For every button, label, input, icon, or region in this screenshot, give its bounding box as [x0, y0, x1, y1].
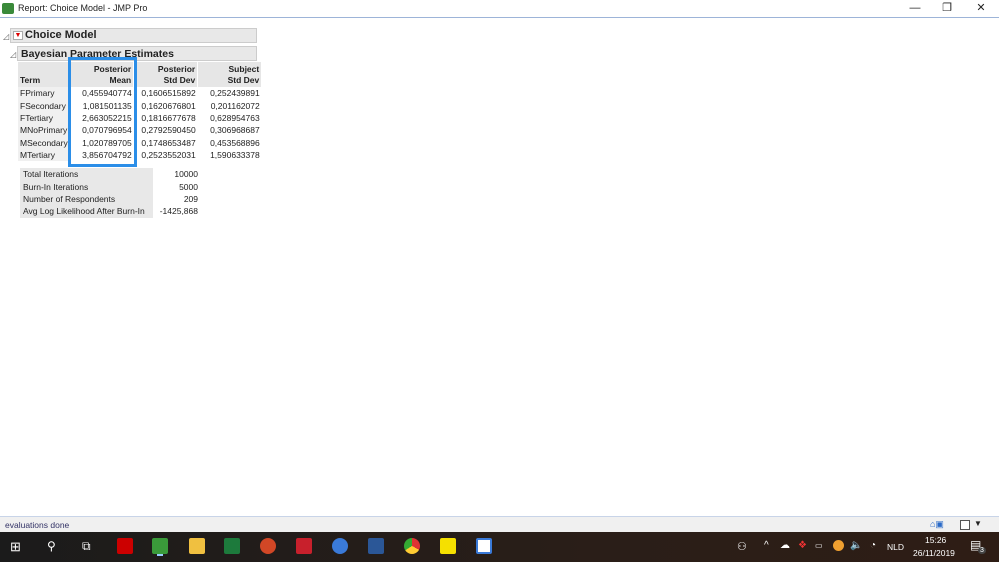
table-row: MTertiary 3,856704792 0,2523552031 1,590633…: [18, 148, 262, 162]
powerpoint-icon[interactable]: [260, 538, 276, 554]
disclosure-icon[interactable]: ◿: [3, 32, 9, 41]
home-icon[interactable]: ⌂▣: [930, 519, 944, 530]
term-cell: MSecondary: [18, 136, 70, 149]
weather-icon[interactable]: [833, 540, 844, 551]
summary-row: Total Iterations 10000: [20, 168, 201, 181]
value-cell: 0,2523552031: [141, 150, 196, 161]
window-title: Report: Choice Model - JMP Pro: [18, 3, 148, 13]
table-row: FPrimary 0,455940774 0,1606515892 0,2524398…: [18, 87, 262, 100]
summary-value: 209: [183, 193, 198, 204]
value-cell: 0,252439891: [210, 88, 260, 99]
summary-label: Number of Respondents: [20, 192, 153, 206]
red-triangle-menu-icon[interactable]: ▼: [13, 31, 23, 40]
term-cell: FTertiary: [18, 111, 70, 125]
term-cell: MTertiary: [18, 148, 70, 162]
status-message: evaluations done: [5, 520, 70, 530]
summary-table: Total Iterations 10000 Burn-In Iterations 5…: [20, 168, 201, 218]
table-row: FTertiary 2,663052215 0,1816677678 0,628954…: [18, 111, 262, 125]
clock-time[interactable]: 15:26: [925, 535, 946, 545]
summary-label: Avg Log Likelihood After Burn-In: [20, 205, 153, 218]
wifi-icon[interactable]: ◔: [870, 540, 876, 551]
table-row: MNoPrimary 0,070796954 0,2792590450 0,30696…: [18, 124, 262, 137]
summary-value: -1425,868: [159, 206, 198, 217]
term-cell: FPrimary: [18, 87, 70, 100]
bayesian-estimates-outline[interactable]: Bayesian Parameter Estimates: [17, 46, 257, 61]
task-view-icon[interactable]: ⧉: [82, 539, 91, 554]
title-bar: Report: Choice Model - JMP Pro — ❐ ✕: [0, 0, 999, 18]
taskbar: ⊞ ⚲ ⧉ ⚇ ^ ☁ ❖ ▭ 🔈 ◔ NLD 15:26 26/11/2019…: [0, 532, 999, 562]
summary-label: Total Iterations: [20, 168, 153, 181]
notification-count: 3: [978, 547, 986, 554]
table-row: MSecondary 1,020789705 0,1748653487 0,45356…: [18, 136, 262, 149]
choice-model-outline[interactable]: ▼ Choice Model: [10, 28, 257, 43]
highlight-box: [68, 57, 137, 167]
status-bar: evaluations done ⌂▣ ▼: [0, 516, 999, 532]
clock-date[interactable]: 26/11/2019: [913, 548, 955, 558]
windows-start-icon[interactable]: ⊞: [10, 539, 21, 555]
sticky-notes-icon[interactable]: [440, 538, 456, 554]
jmp-icon[interactable]: [152, 538, 168, 554]
acrobat-icon[interactable]: [117, 538, 133, 554]
file-explorer-icon[interactable]: [189, 538, 205, 554]
term-cell: FSecondary: [18, 99, 70, 112]
term-cell: MNoPrimary: [18, 124, 70, 137]
show-hidden-icons[interactable]: ^: [764, 540, 769, 551]
disclosure-icon[interactable]: ◿: [10, 50, 16, 59]
restore-button[interactable]: ❐: [930, 0, 964, 17]
jmp-app-icon: [2, 3, 14, 14]
volume-icon[interactable]: 🔈: [850, 540, 862, 551]
people-icon[interactable]: ⚇: [737, 540, 747, 553]
value-cell: 0,2792590450: [141, 125, 196, 136]
table-row: FSecondary 1,081501135 0,1620676801 0,20116…: [18, 99, 262, 112]
word-icon[interactable]: [368, 538, 384, 554]
value-cell: 0,306968687: [210, 125, 260, 136]
value-cell: 1,590633378: [210, 150, 260, 161]
mendeley-icon[interactable]: [296, 538, 312, 554]
col-term: TermTerm: [18, 62, 71, 87]
col-posterior-std-dev: Posterior Std Dev: [133, 62, 199, 87]
value-cell: 0,1606515892: [141, 88, 196, 99]
battery-icon[interactable]: ▭: [815, 541, 823, 550]
summary-row: Avg Log Likelihood After Burn-In -1425,86…: [20, 205, 201, 218]
summary-label: Burn-In Iterations: [20, 180, 153, 193]
chrome-icon[interactable]: [404, 538, 420, 554]
summary-value: 10000: [174, 169, 198, 180]
value-cell: 0,1620676801: [141, 100, 196, 111]
dropbox-icon[interactable]: ❖: [798, 540, 807, 551]
onedrive-icon[interactable]: ☁: [780, 540, 790, 551]
excel-icon[interactable]: [224, 538, 240, 554]
dropdown-icon[interactable]: ▼: [974, 519, 982, 528]
minimize-button[interactable]: —: [898, 0, 932, 17]
search-icon[interactable]: ⚲: [47, 539, 56, 553]
language-indicator[interactable]: NLD: [887, 542, 904, 552]
close-button[interactable]: ✕: [964, 0, 998, 17]
summary-row: Number of Respondents 209: [20, 192, 201, 206]
col-subject-std-dev: Subject Std Dev: [197, 62, 263, 87]
summary-row: Burn-In Iterations 5000: [20, 180, 201, 193]
value-cell: 0,1748653487: [141, 137, 196, 148]
summary-value: 5000: [179, 181, 198, 192]
value-cell: 0,628954763: [210, 112, 260, 123]
estimates-table: TermTerm PosteriorMean PosteriorStd Dev …: [18, 62, 263, 162]
calendar-app-icon[interactable]: [476, 538, 492, 554]
value-cell: 0,453568896: [210, 137, 260, 148]
value-cell: 0,201162072: [210, 100, 260, 111]
report-title: Choice Model: [25, 29, 97, 41]
value-cell: 0,1816677678: [141, 112, 196, 123]
r-icon[interactable]: [332, 538, 348, 554]
window-list-button[interactable]: [960, 520, 970, 530]
